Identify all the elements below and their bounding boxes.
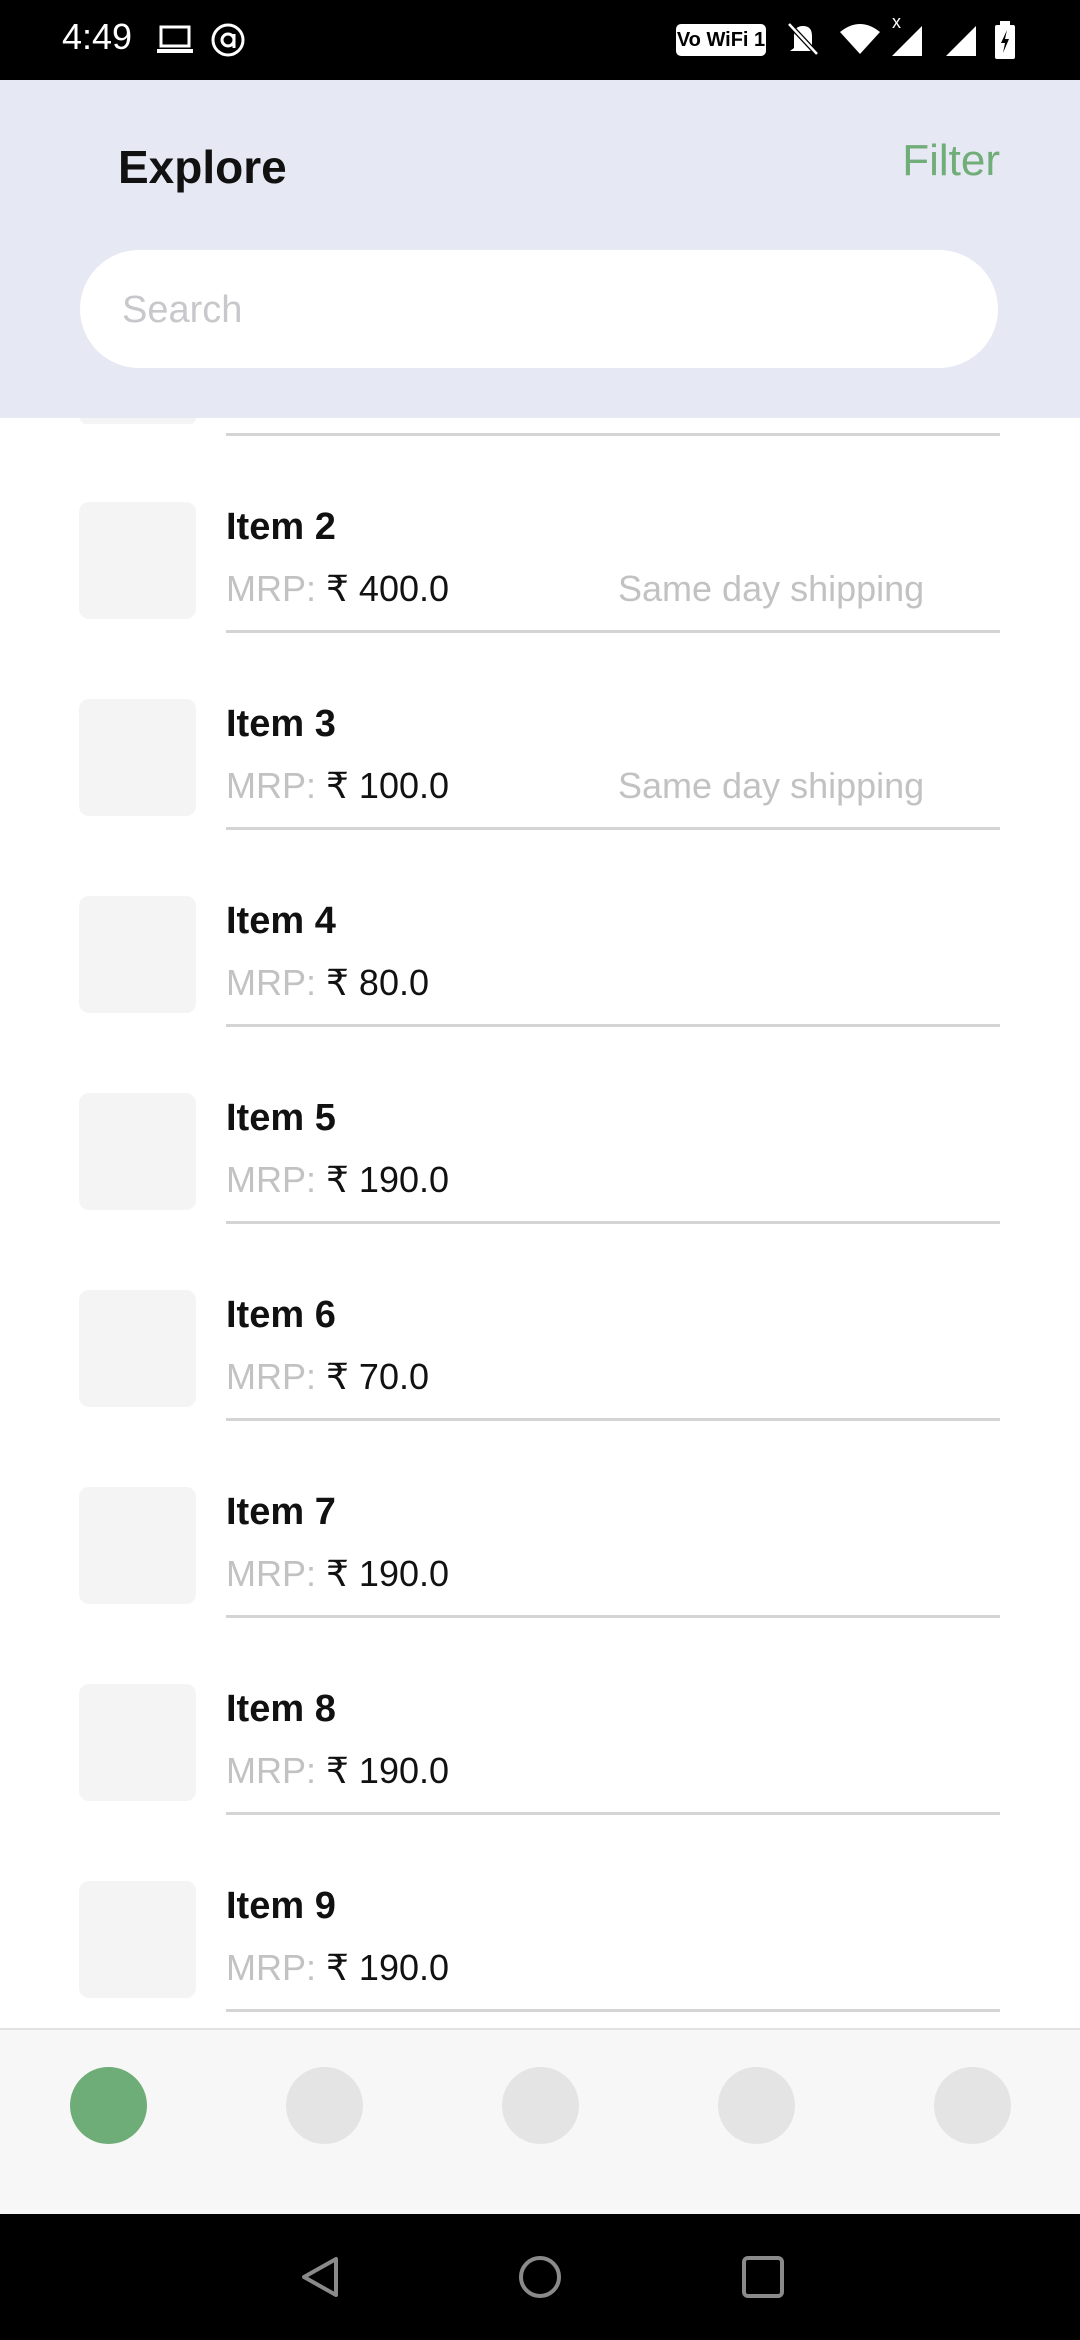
item-thumbnail	[79, 1684, 196, 1801]
item-divider	[226, 1812, 1000, 1815]
search-input[interactable]	[120, 250, 964, 370]
mrp-label: MRP:	[226, 1750, 316, 1791]
item-divider	[226, 1221, 1000, 1224]
explore-header: Explore Filter	[0, 80, 1080, 418]
signal-icon	[946, 26, 976, 56]
home-icon[interactable]	[517, 2254, 563, 2300]
item-name: Item 5	[226, 1097, 336, 1139]
item-divider	[226, 1615, 1000, 1618]
item-divider	[226, 1418, 1000, 1421]
mrp-label: MRP:	[226, 568, 316, 609]
recents-icon[interactable]	[740, 2254, 786, 2300]
item-divider	[226, 433, 1000, 436]
item-price: MRP: ₹ 190.0	[226, 1750, 449, 1792]
laptop-icon	[157, 25, 193, 53]
item-price: MRP: ₹ 100.0	[226, 765, 449, 807]
item-thumbnail	[79, 1881, 196, 1998]
status-time: 4:49	[62, 16, 133, 57]
product-list[interactable]: Item 2 MRP: ₹ 400.0 Same day shipping Item …	[0, 418, 1080, 2028]
mrp-label: MRP:	[226, 962, 316, 1003]
list-item[interactable]: Item 3 MRP: ₹ 100.0 Same day shipping	[0, 699, 1080, 896]
nav-tab-1[interactable]	[70, 2067, 147, 2144]
price-value: ₹ 190.0	[326, 1553, 450, 1594]
wifi-calling-badge: Vo WiFi 1	[676, 24, 766, 56]
back-icon[interactable]	[298, 2254, 344, 2300]
mrp-label: MRP:	[226, 1159, 316, 1200]
signal-icon	[892, 26, 922, 56]
item-name: Item 9	[226, 1885, 336, 1927]
item-price: MRP: ₹ 190.0	[226, 1947, 449, 1989]
price-value: ₹ 70.0	[326, 1356, 429, 1397]
status-bar: 4:49 Vo WiFi 1 x	[0, 0, 1080, 80]
item-thumbnail	[79, 502, 196, 619]
price-value: ₹ 100.0	[326, 765, 450, 806]
price-value: ₹ 190.0	[326, 1159, 450, 1200]
item-thumbnail	[79, 699, 196, 816]
price-value: ₹ 80.0	[326, 962, 429, 1003]
nav-tab-2[interactable]	[286, 2067, 363, 2144]
list-item[interactable]: Item 6 MRP: ₹ 70.0	[0, 1290, 1080, 1487]
mrp-label: MRP:	[226, 1356, 316, 1397]
bottom-navigation	[0, 2028, 1080, 2216]
list-item[interactable]: Item 2 MRP: ₹ 400.0 Same day shipping	[0, 502, 1080, 699]
list-item[interactable]: Item 5 MRP: ₹ 190.0	[0, 1093, 1080, 1290]
mrp-label: MRP:	[226, 1947, 316, 1988]
item-price: MRP: ₹ 190.0	[226, 1159, 449, 1201]
list-item[interactable]: Item 7 MRP: ₹ 190.0	[0, 1487, 1080, 1684]
battery-icon	[995, 21, 1015, 59]
price-value: ₹ 190.0	[326, 1947, 450, 1988]
item-divider	[226, 1024, 1000, 1027]
shipping-label: Same day shipping	[618, 568, 925, 609]
item-thumbnail	[79, 1487, 196, 1604]
list-item[interactable]: Item 4 MRP: ₹ 80.0	[0, 896, 1080, 1093]
nav-tab-3[interactable]	[502, 2067, 579, 2144]
mrp-label: MRP:	[226, 765, 316, 806]
list-item[interactable]: Item 8 MRP: ₹ 190.0	[0, 1684, 1080, 1881]
shipping-label: Same day shipping	[618, 765, 925, 806]
item-name: Item 4	[226, 900, 336, 942]
wifi-icon	[840, 24, 880, 54]
item-name: Item 8	[226, 1688, 336, 1730]
mrp-label: MRP:	[226, 1553, 316, 1594]
price-value: ₹ 190.0	[326, 1750, 450, 1791]
item-thumbnail	[79, 1290, 196, 1407]
item-divider	[226, 2009, 1000, 2012]
nav-tab-4[interactable]	[718, 2067, 795, 2144]
list-item[interactable]: Item 9 MRP: ₹ 190.0	[0, 1881, 1080, 2028]
item-name: Item 3	[226, 703, 336, 745]
page-title: Explore	[118, 141, 287, 193]
nav-tab-5[interactable]	[934, 2067, 1011, 2144]
item-name: Item 6	[226, 1294, 336, 1336]
item-name: Item 2	[226, 506, 336, 548]
item-price: MRP: ₹ 400.0	[226, 568, 449, 610]
search-bar[interactable]	[80, 250, 998, 370]
item-price: MRP: ₹ 70.0	[226, 1356, 429, 1398]
item-thumbnail	[80, 418, 196, 424]
filter-button[interactable]: Filter	[902, 136, 1000, 186]
item-thumbnail	[79, 1093, 196, 1210]
circle-a-icon	[211, 23, 245, 57]
item-thumbnail	[79, 896, 196, 1013]
price-value: ₹ 400.0	[326, 568, 450, 609]
bell-off-icon	[787, 22, 819, 56]
item-name: Item 7	[226, 1491, 336, 1533]
item-divider	[226, 630, 1000, 633]
item-divider	[226, 827, 1000, 830]
system-navigation-bar	[0, 2214, 1080, 2340]
item-price: MRP: ₹ 190.0	[226, 1553, 449, 1595]
item-price: MRP: ₹ 80.0	[226, 962, 429, 1004]
